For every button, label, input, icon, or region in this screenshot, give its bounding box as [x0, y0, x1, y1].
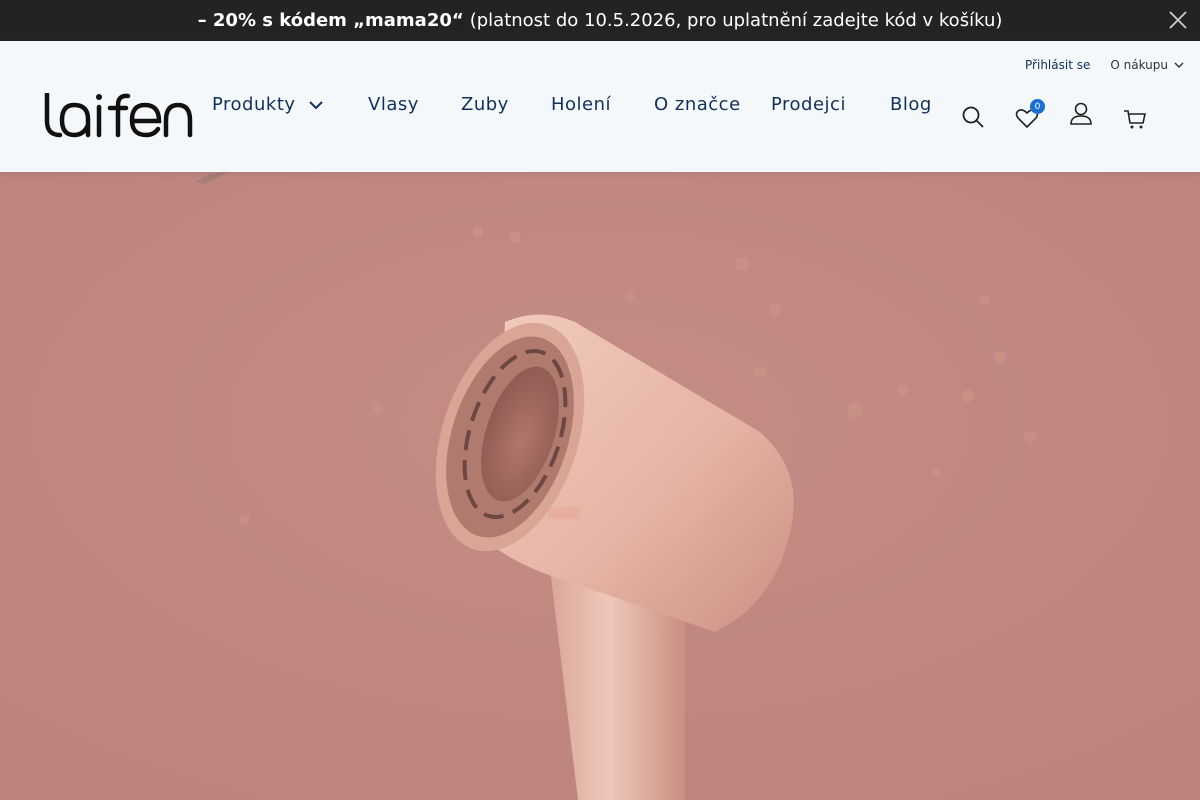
site-header: Přihlásit se O nákupu Produkty Vlasy Zub…: [0, 41, 1200, 172]
top-utility-nav: Přihlásit se O nákupu: [1025, 58, 1184, 72]
hair-dryer-image: [0, 172, 1200, 800]
about-shopping-dropdown[interactable]: O nákupu: [1110, 58, 1184, 72]
brand-logo[interactable]: [44, 93, 194, 139]
close-icon[interactable]: [1166, 8, 1190, 32]
search-icon[interactable]: [960, 104, 988, 132]
nav-holeni[interactable]: Holení: [551, 89, 611, 120]
wishlist-count-badge: 0: [1030, 99, 1045, 114]
login-link[interactable]: Přihlásit se: [1025, 58, 1090, 72]
hero-banner: [0, 172, 1200, 800]
user-icon[interactable]: [1068, 101, 1096, 129]
nav-zuby[interactable]: Zuby: [461, 89, 509, 120]
promo-bar: – 20% s kódem „mama20“ (platnost do 10.5…: [0, 0, 1200, 41]
login-link-label: Přihlásit se: [1025, 58, 1091, 72]
nav-blog[interactable]: Blog: [890, 89, 932, 120]
nav-vlasy[interactable]: Vlasy: [368, 89, 419, 120]
chevron-down-icon: [308, 100, 323, 109]
promo-details: (platnost do 10.5.2026, pro uplatnění za…: [469, 10, 1003, 31]
promo-code-text: – 20% s kódem „mama20“: [197, 10, 464, 31]
nav-o-znacce[interactable]: O značce: [654, 89, 744, 120]
cart-icon[interactable]: [1122, 105, 1150, 133]
nav-prodejci[interactable]: Prodejci: [771, 89, 846, 120]
nav-produkty-label: Produkty: [212, 94, 296, 115]
nav-produkty[interactable]: Produkty: [212, 89, 324, 120]
about-shopping-label: O nákupu: [1110, 58, 1168, 72]
chevron-down-icon: [1174, 62, 1184, 68]
